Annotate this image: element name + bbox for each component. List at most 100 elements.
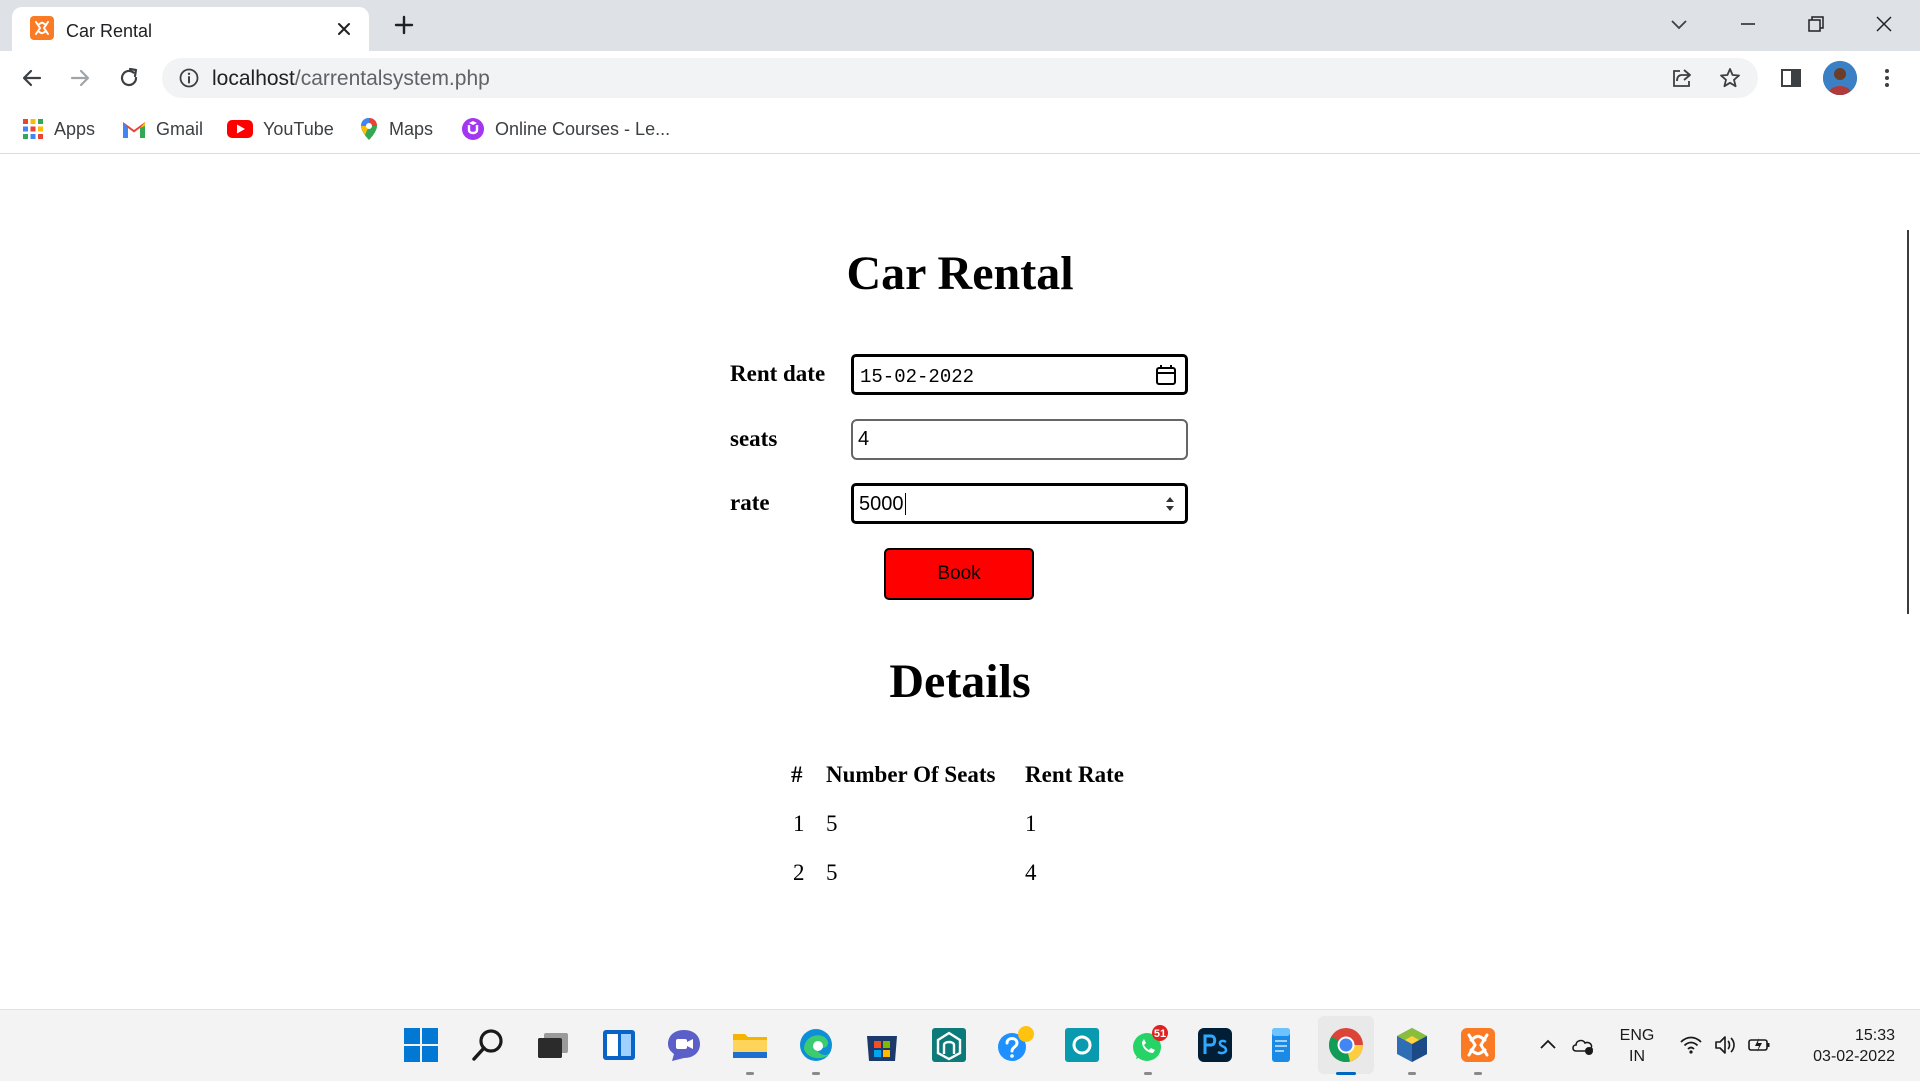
side-panel-icon[interactable]	[1778, 65, 1804, 91]
region-code: IN	[1629, 1048, 1645, 1065]
search-icon	[472, 1029, 503, 1061]
profile-avatar[interactable]	[1823, 61, 1857, 95]
windows-taskbar: 51 ENG IN 15:33 03-02-2022	[0, 1009, 1920, 1081]
close-window-icon[interactable]	[1872, 12, 1896, 36]
rent-date-label: Rent date	[730, 361, 826, 386]
language-indicator[interactable]: ENG IN	[1617, 1025, 1657, 1067]
taskbar-chrome[interactable]	[1324, 1023, 1368, 1075]
store-icon	[867, 1036, 897, 1061]
tab-search-chevron-icon[interactable]	[1667, 12, 1691, 36]
running-indicator	[1408, 1072, 1416, 1075]
chrome-icon	[1329, 1028, 1363, 1062]
table-header-rent-rate: Rent Rate	[1025, 762, 1124, 787]
taskbar-microsoft-store[interactable]	[860, 1023, 904, 1067]
rate-label: rate	[730, 490, 770, 515]
udemy-icon	[462, 118, 484, 140]
url-host: localhost	[212, 67, 295, 90]
running-indicator	[746, 1072, 754, 1075]
volume-icon[interactable]	[1712, 1032, 1738, 1058]
running-indicator	[1144, 1072, 1152, 1075]
wifi-icon[interactable]	[1678, 1032, 1704, 1058]
taskbar-file-explorer[interactable]	[728, 1023, 772, 1075]
system-clock[interactable]: 15:33 03-02-2022	[1790, 1025, 1895, 1067]
bookmark-maps[interactable]: Maps	[359, 117, 433, 141]
windows-start-icon	[404, 1028, 438, 1062]
help-icon	[998, 1026, 1034, 1061]
minimize-icon[interactable]	[1736, 12, 1760, 36]
table-cell-index: 1	[793, 811, 805, 836]
taskbar-search[interactable]	[466, 1023, 510, 1067]
taskbar-task-view[interactable]	[531, 1023, 575, 1067]
active-indicator	[1336, 1072, 1356, 1075]
taskbar-get-help[interactable]	[993, 1023, 1037, 1067]
restore-icon[interactable]	[1804, 12, 1828, 36]
profile-avatar-icon	[1823, 61, 1857, 95]
new-tab-icon[interactable]	[392, 13, 416, 37]
bookmark-apps[interactable]: Apps	[22, 117, 95, 141]
xampp-favicon-icon	[30, 16, 54, 40]
bookmark-gmail[interactable]: Gmail	[122, 117, 203, 141]
tab-strip: Car Rental	[0, 0, 1920, 51]
tab-close-icon[interactable]	[334, 19, 354, 39]
rate-input[interactable]: 5000	[851, 483, 1188, 524]
photoshop-icon	[1198, 1028, 1232, 1062]
show-hidden-icons-chevron-icon[interactable]	[1535, 1032, 1561, 1058]
onedrive-cloud-icon[interactable]	[1570, 1032, 1596, 1058]
taskbar-teams-chat[interactable]	[662, 1023, 706, 1067]
url-text[interactable]: localhost/carrentalsystem.php	[212, 67, 490, 91]
taskbar-virtualbox[interactable]	[1390, 1023, 1434, 1075]
back-arrow-icon[interactable]	[19, 65, 45, 91]
notepad-icon	[1272, 1028, 1290, 1062]
taskbar-start[interactable]	[399, 1023, 443, 1067]
folder-icon	[733, 1034, 767, 1058]
running-indicator	[1474, 1072, 1482, 1075]
book-button[interactable]: Book	[884, 548, 1034, 600]
battery-charging-icon[interactable]	[1746, 1032, 1772, 1058]
text-caret	[905, 493, 906, 515]
bookmark-label: YouTube	[263, 118, 334, 139]
language-code: ENG	[1619, 1027, 1655, 1044]
taskbar-app-teal[interactable]	[927, 1023, 971, 1067]
taskbar-widgets[interactable]	[597, 1023, 641, 1067]
details-title: Details	[889, 655, 1031, 708]
number-spinner-icon[interactable]	[1163, 493, 1177, 515]
seats-input[interactable]	[851, 419, 1188, 460]
teams-chat-icon	[668, 1030, 700, 1061]
bookmark-online-courses[interactable]: Online Courses - Le...	[461, 117, 670, 141]
taskbar-edge[interactable]	[794, 1023, 838, 1075]
cortana-icon	[1065, 1028, 1099, 1062]
tab-car-rental[interactable]: Car Rental	[12, 7, 369, 51]
apps-grid-icon	[23, 119, 43, 139]
table-header-index: #	[791, 762, 803, 787]
page-title: Car Rental	[846, 247, 1074, 300]
taskbar-notepad[interactable]	[1259, 1023, 1303, 1067]
reload-icon[interactable]	[116, 65, 142, 91]
running-indicator	[812, 1072, 820, 1075]
clock-date: 03-02-2022	[1813, 1048, 1895, 1065]
bookmark-label: Online Courses - Le...	[495, 118, 671, 139]
site-info-icon[interactable]	[178, 67, 200, 89]
xampp-icon	[1461, 1028, 1495, 1062]
menu-kebab-icon[interactable]	[1874, 65, 1900, 91]
taskbar-cortana[interactable]	[1060, 1023, 1104, 1067]
rate-value: 5000	[859, 493, 904, 515]
taskbar-xampp[interactable]	[1456, 1023, 1500, 1075]
table-cell-index: 2	[793, 860, 805, 885]
widgets-icon	[603, 1030, 635, 1060]
bookmark-youtube[interactable]: YouTube	[227, 117, 334, 141]
calendar-icon[interactable]	[1154, 363, 1178, 387]
forward-arrow-icon[interactable]	[67, 65, 93, 91]
maps-icon	[361, 118, 377, 140]
taskbar-photoshop[interactable]	[1193, 1023, 1237, 1067]
whatsapp-icon: 51	[1133, 1025, 1168, 1061]
bookmarks-bar: Apps Gmail YouTube Maps Online Courses -…	[0, 106, 1920, 154]
bookmark-star-icon[interactable]	[1718, 66, 1742, 90]
page-content: Car Rental Rent date 15-02-2022 seats ra…	[0, 154, 1920, 1009]
task-view-icon	[538, 1033, 568, 1058]
table-cell-rent-rate: 4	[1025, 860, 1037, 885]
taskbar-whatsapp[interactable]: 51	[1126, 1023, 1170, 1075]
rent-date-input[interactable]: 15-02-2022	[851, 354, 1188, 395]
share-icon[interactable]	[1670, 66, 1694, 90]
address-bar[interactable]: localhost/carrentalsystem.php	[162, 58, 1758, 98]
whatsapp-badge-count: 51	[1154, 1028, 1166, 1040]
